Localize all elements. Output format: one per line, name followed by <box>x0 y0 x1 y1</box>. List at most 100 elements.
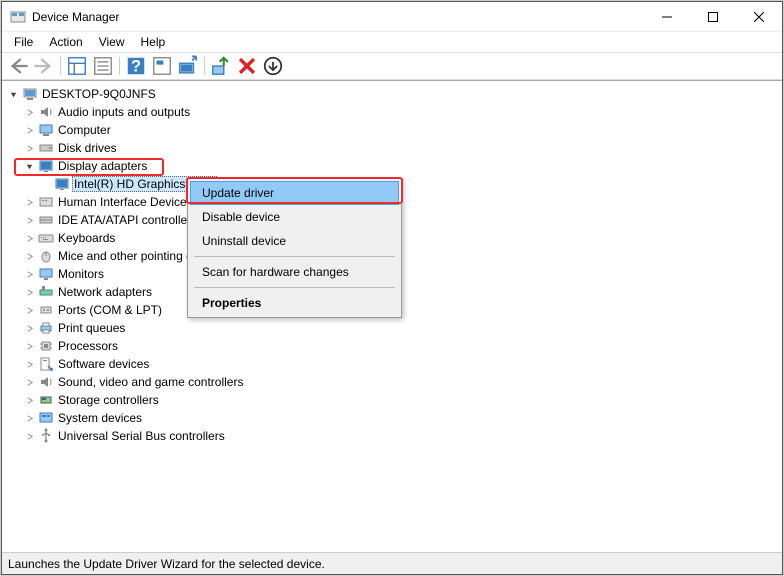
scan-button[interactable] <box>176 55 200 77</box>
device-manager-window: Device Manager File Action View Help ? <box>1 1 783 575</box>
toolbar-separator <box>60 57 61 75</box>
tree-node-print[interactable]: Print queues <box>4 319 780 337</box>
network-icon <box>38 284 54 300</box>
tree-node-processors[interactable]: Processors <box>4 337 780 355</box>
tree-node-system[interactable]: System devices <box>4 409 780 427</box>
tree-node-storage[interactable]: Storage controllers <box>4 391 780 409</box>
window-controls <box>644 2 782 31</box>
back-button[interactable] <box>6 55 30 77</box>
disk-icon <box>38 140 54 156</box>
tree-label: Print queues <box>56 321 127 335</box>
chevron-right-icon[interactable] <box>22 231 36 245</box>
context-menu: Update driver Disable device Uninstall d… <box>187 178 402 318</box>
chevron-right-icon[interactable] <box>22 357 36 371</box>
ctx-properties[interactable]: Properties <box>190 291 399 315</box>
ctx-label: Properties <box>202 296 261 310</box>
title-bar: Device Manager <box>2 2 782 32</box>
display-adapter-icon <box>38 158 54 174</box>
ctx-label: Disable device <box>202 210 280 224</box>
chevron-right-icon[interactable] <box>22 429 36 443</box>
ctx-disable-device[interactable]: Disable device <box>190 205 399 229</box>
ctx-label: Update driver <box>202 186 274 200</box>
display-adapter-icon <box>54 176 70 192</box>
mouse-icon <box>38 248 54 264</box>
tree-label: System devices <box>56 411 144 425</box>
show-hide-button[interactable] <box>65 55 89 77</box>
disable-button[interactable] <box>261 55 285 77</box>
chevron-right-icon[interactable] <box>22 321 36 335</box>
tree-label: IDE ATA/ATAPI controllers <box>56 213 199 227</box>
chevron-down-icon[interactable] <box>22 159 36 173</box>
chevron-right-icon[interactable] <box>22 285 36 299</box>
ctx-label: Scan for hardware changes <box>202 265 349 279</box>
storage-icon <box>38 392 54 408</box>
ctx-separator <box>194 256 395 257</box>
window-title: Device Manager <box>32 10 644 24</box>
chevron-right-icon[interactable] <box>22 123 36 137</box>
options-button[interactable] <box>150 55 174 77</box>
monitor-icon <box>38 266 54 282</box>
menu-action[interactable]: Action <box>41 33 90 51</box>
tree-node-sound[interactable]: Sound, video and game controllers <box>4 373 780 391</box>
ctx-label: Uninstall device <box>202 234 286 248</box>
tree-root[interactable]: DESKTOP-9Q0JNFS <box>4 85 780 103</box>
audio-icon <box>38 104 54 120</box>
system-icon <box>38 410 54 426</box>
tree-label: Sound, video and game controllers <box>56 375 245 389</box>
forward-button[interactable] <box>32 55 56 77</box>
menu-file[interactable]: File <box>6 33 41 51</box>
chevron-right-icon[interactable] <box>22 105 36 119</box>
tree-label: Display adapters <box>56 159 149 173</box>
ctx-scan-hardware[interactable]: Scan for hardware changes <box>190 260 399 284</box>
tree-node-display[interactable]: Display adapters <box>4 157 780 175</box>
ctx-update-driver[interactable]: Update driver <box>190 181 399 205</box>
ctx-separator <box>194 287 395 288</box>
chevron-right-icon[interactable] <box>22 267 36 281</box>
status-bar: Launches the Update Driver Wizard for th… <box>2 552 782 574</box>
tree-label: Software devices <box>56 357 151 371</box>
sound-icon <box>38 374 54 390</box>
chevron-down-icon[interactable] <box>6 87 20 101</box>
chevron-right-icon[interactable] <box>22 195 36 209</box>
uninstall-button[interactable] <box>235 55 259 77</box>
tree-label: Universal Serial Bus controllers <box>56 429 227 443</box>
menu-view[interactable]: View <box>91 33 133 51</box>
chevron-right-icon[interactable] <box>22 249 36 263</box>
tree-label: Disk drives <box>56 141 119 155</box>
menu-bar: File Action View Help <box>2 32 782 52</box>
tree-label: Storage controllers <box>56 393 161 407</box>
properties-button[interactable] <box>91 55 115 77</box>
close-button[interactable] <box>736 2 782 31</box>
device-tree[interactable]: DESKTOP-9Q0JNFS Audio inputs and outputs… <box>2 80 782 552</box>
chevron-right-icon[interactable] <box>22 393 36 407</box>
chevron-right-icon[interactable] <box>22 411 36 425</box>
tree-node-software[interactable]: Software devices <box>4 355 780 373</box>
computer-icon <box>22 86 38 102</box>
ctx-uninstall-device[interactable]: Uninstall device <box>190 229 399 253</box>
chevron-right-icon[interactable] <box>22 303 36 317</box>
tree-label: Network adapters <box>56 285 154 299</box>
update-driver-button[interactable] <box>209 55 233 77</box>
tree-node-usb[interactable]: Universal Serial Bus controllers <box>4 427 780 445</box>
tree-node-audio[interactable]: Audio inputs and outputs <box>4 103 780 121</box>
hid-icon <box>38 194 54 210</box>
minimize-button[interactable] <box>644 2 690 31</box>
tree-label: Human Interface Devices <box>56 195 195 209</box>
chevron-right-icon[interactable] <box>22 339 36 353</box>
tree-label: Ports (COM & LPT) <box>56 303 164 317</box>
maximize-button[interactable] <box>690 2 736 31</box>
tree-label: Computer <box>56 123 113 137</box>
menu-help[interactable]: Help <box>133 33 174 51</box>
chevron-right-icon[interactable] <box>22 141 36 155</box>
tree-node-disk[interactable]: Disk drives <box>4 139 780 157</box>
tree-node-computer[interactable]: Computer <box>4 121 780 139</box>
help-button[interactable]: ? <box>124 55 148 77</box>
toolbar-separator <box>119 57 120 75</box>
toolbar-separator <box>204 57 205 75</box>
ide-icon <box>38 212 54 228</box>
svg-text:?: ? <box>131 58 141 76</box>
chevron-right-icon[interactable] <box>22 375 36 389</box>
app-icon <box>10 9 26 25</box>
chevron-right-icon[interactable] <box>22 213 36 227</box>
tree-label: Processors <box>56 339 120 353</box>
